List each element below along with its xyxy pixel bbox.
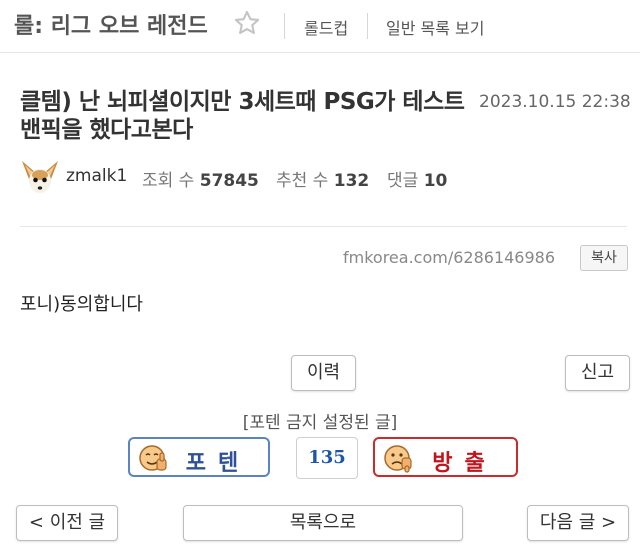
view-count-value: 57845	[199, 171, 259, 191]
comment-count[interactable]: 댓글 10	[387, 166, 447, 191]
thumbs-up-face-icon	[139, 445, 167, 471]
worlds-link[interactable]: 롤드컵	[304, 15, 348, 39]
divider	[20, 226, 627, 227]
recommend-count-label: 추천 수	[276, 171, 329, 191]
post-url[interactable]: fmkorea.com/6286146986	[343, 248, 555, 267]
history-button[interactable]: 이력	[291, 355, 356, 391]
comment-count-label: 댓글	[387, 171, 419, 191]
author-name[interactable]: zmalk1	[66, 166, 127, 186]
post-date: 2023.10.15 22:38	[479, 92, 631, 112]
back-to-list-button[interactable]: 목록으로	[183, 505, 463, 541]
vote-count: 135	[296, 437, 358, 479]
board-header: 롤: 리그 오브 레전드 롤드컵 일반 목록 보기	[0, 0, 640, 53]
next-post-button[interactable]: 다음 글 >	[527, 505, 629, 541]
view-count-label: 조회 수	[142, 171, 195, 191]
star-icon[interactable]	[233, 9, 261, 37]
upvote-button[interactable]: 포텐	[128, 437, 270, 477]
post-body: 포니)동의합니다	[20, 294, 143, 315]
upvote-label: 포텐	[185, 450, 251, 476]
downvote-label: 방출	[432, 450, 497, 476]
post-title: 클템) 난 뇌피셜이지만 3세트때 PSG가 테스트 밴픽을 했다고본다	[20, 89, 465, 143]
general-list-link[interactable]: 일반 목록 보기	[386, 15, 485, 39]
report-button[interactable]: 신고	[565, 355, 630, 391]
user-avatar-icon[interactable]	[20, 157, 60, 197]
view-count: 조회 수 57845	[142, 166, 259, 191]
copy-url-button[interactable]: 복사	[580, 245, 628, 271]
board-title[interactable]: 롤: 리그 오브 레전드	[14, 8, 208, 40]
potential-disabled-notice: [포텐 금지 설정된 글]	[242, 413, 398, 433]
thumbs-down-face-icon	[384, 445, 412, 473]
divider	[367, 13, 368, 39]
downvote-button[interactable]: 방출	[373, 437, 518, 477]
recommend-count-value: 132	[333, 171, 370, 191]
prev-post-button[interactable]: < 이전 글	[16, 505, 118, 541]
divider	[284, 13, 285, 39]
recommend-count: 추천 수 132	[276, 166, 369, 191]
comment-count-value: 10	[423, 171, 448, 191]
